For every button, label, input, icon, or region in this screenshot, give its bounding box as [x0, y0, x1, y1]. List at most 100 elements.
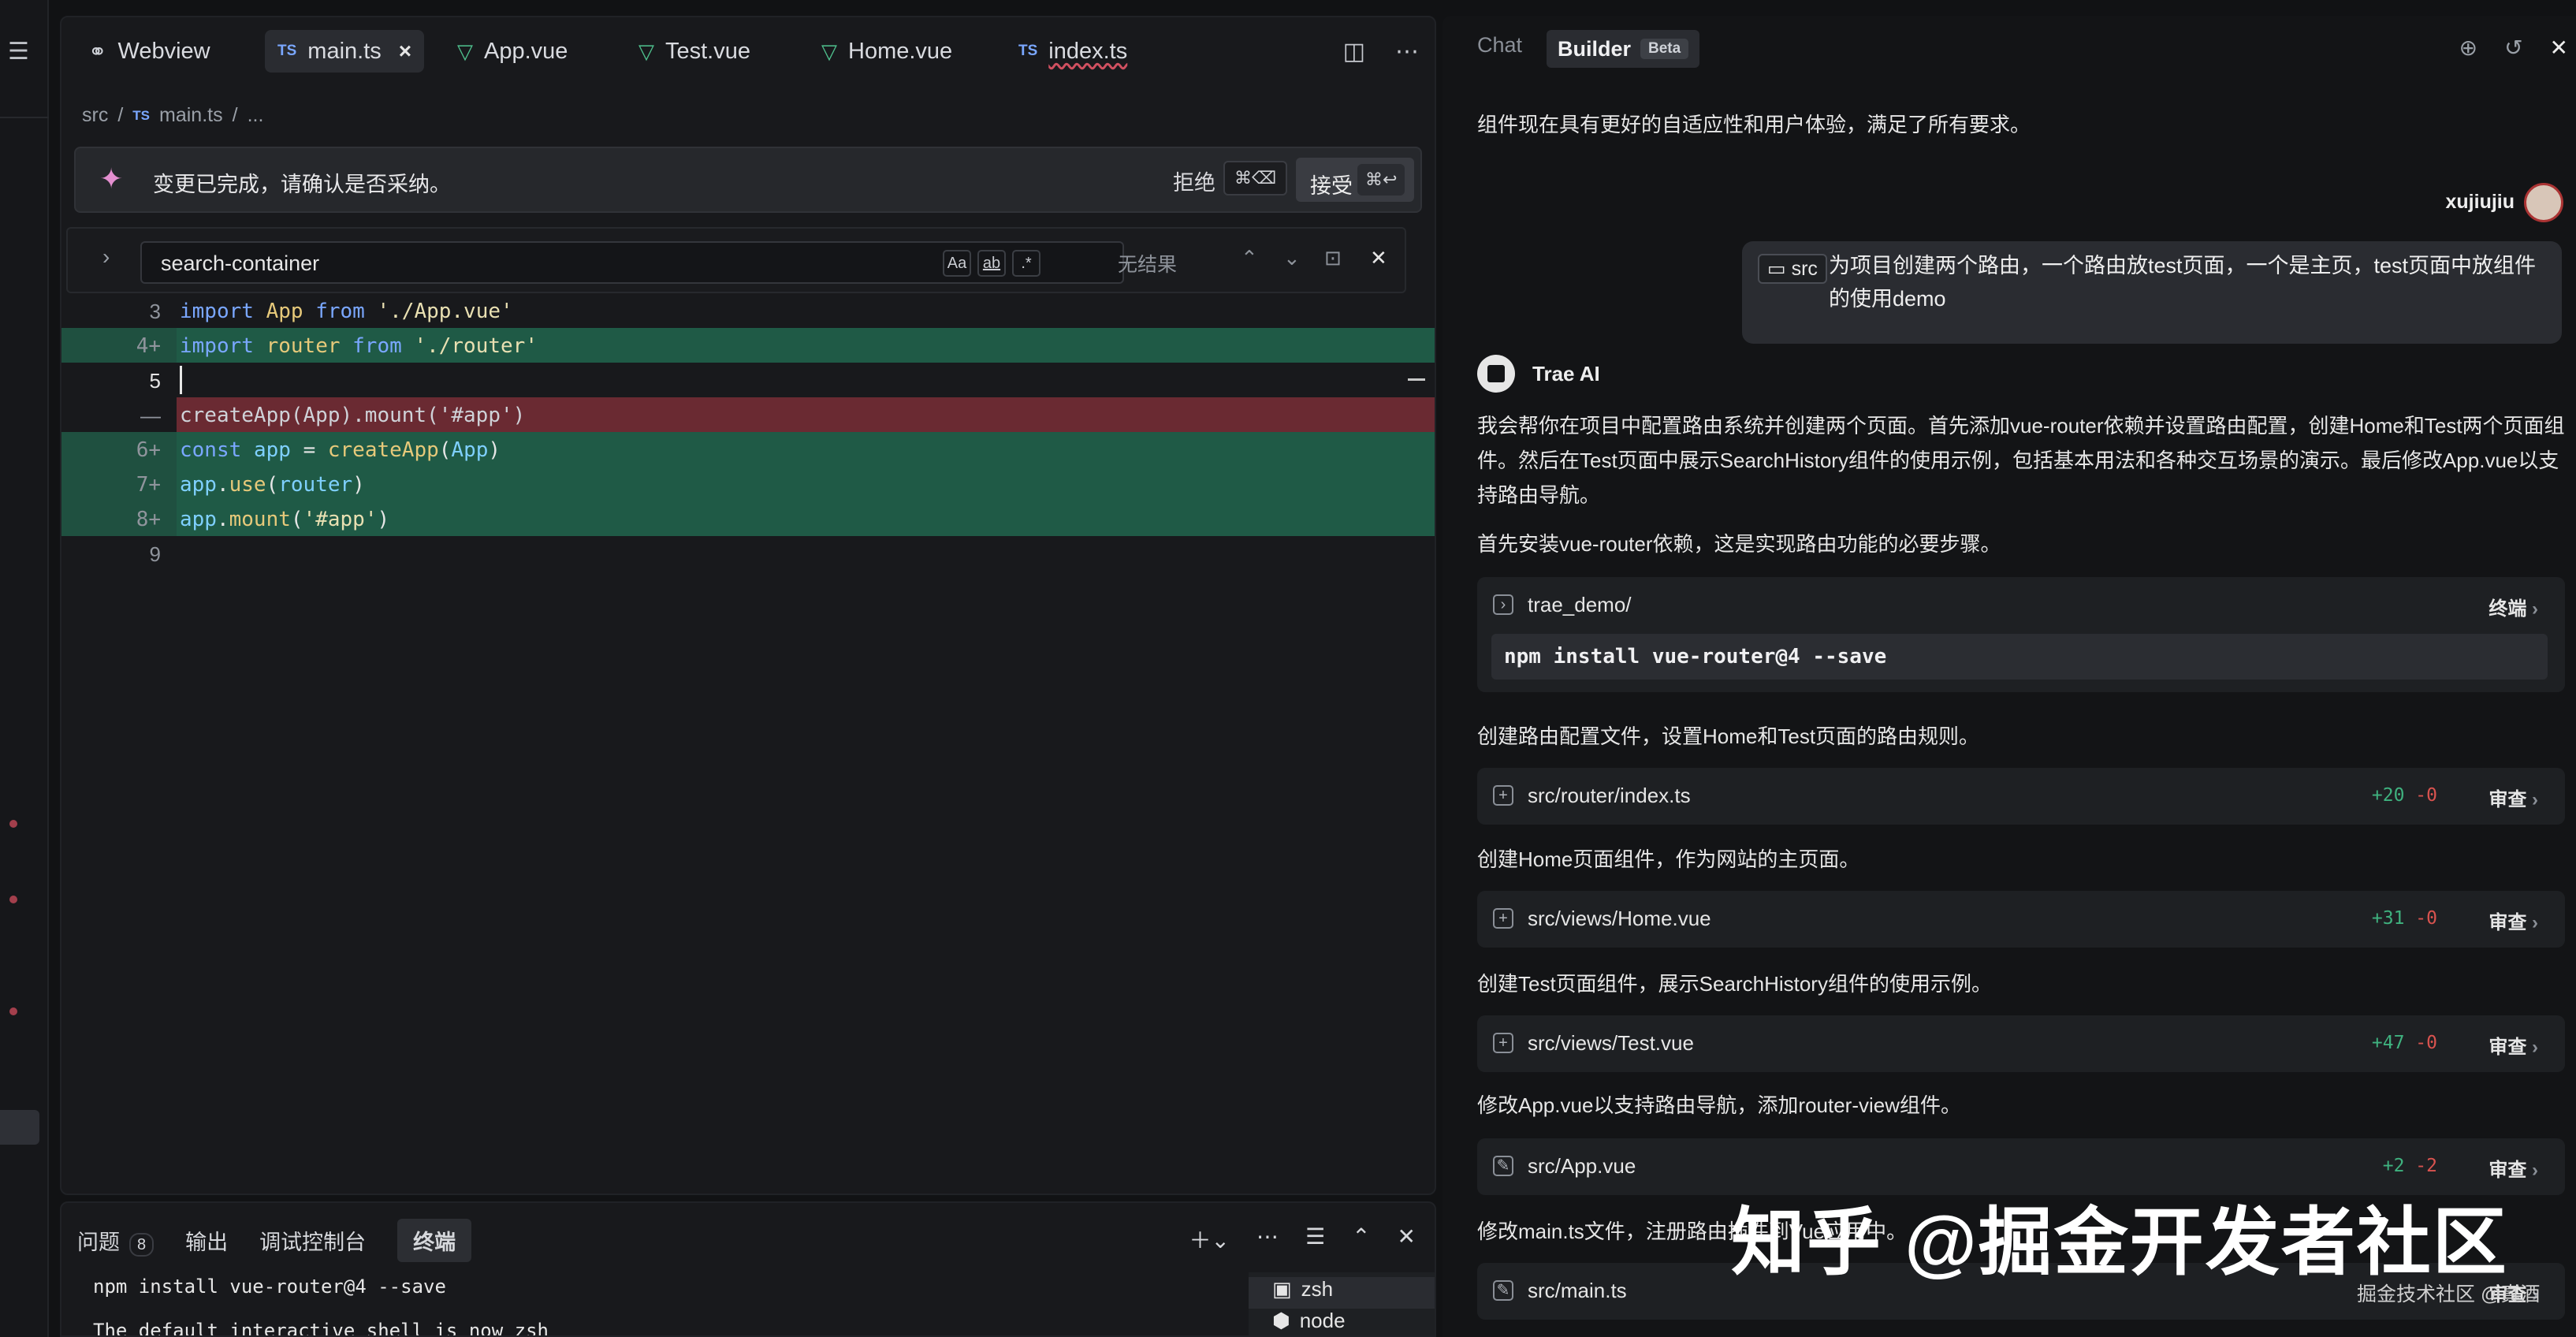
tab-chat[interactable]: Chat [1477, 33, 1522, 58]
terminal-command-card: › trae_demo/ 终端 npm install vue-router@4… [1477, 577, 2565, 692]
terminal-icon: ▣ [1272, 1277, 1292, 1301]
tab-problems[interactable]: 问题 8 [77, 1225, 154, 1257]
tab-label: Webview [117, 38, 210, 64]
overview-marker [1408, 378, 1425, 381]
file-name: src/router/index.ts [1528, 784, 1691, 807]
open-terminal-button[interactable]: 终端 [2489, 593, 2538, 620]
breakpoint-dot [9, 1007, 17, 1015]
code-line-current: 5 [61, 363, 1435, 397]
close-icon[interactable]: ✕ [1398, 1223, 1416, 1255]
assistant-step: 创建Test页面组件，展示SearchHistory组件的使用示例。 [1477, 972, 1992, 996]
vue-icon: ▽ [638, 39, 654, 63]
code-area[interactable]: 3 import App from './App.vue' 4+ import … [61, 293, 1435, 571]
file-name: src/main.ts [1528, 1279, 1627, 1302]
breadcrumb-more[interactable]: ... [248, 104, 264, 127]
filter-icon[interactable]: ☰ [8, 38, 29, 65]
tab-test-vue[interactable]: ▽ Test.vue [626, 30, 763, 73]
assistant-step: 首先安装vue-router依赖，这是实现路由功能的必要步骤。 [1477, 532, 2001, 556]
builder-chat-panel: Chat Builder Beta ⊕ ↺ ✕ 组件现在具有更好的自适应性和用户… [1442, 16, 2576, 1337]
diff-stats: +31 -0 [2371, 908, 2437, 929]
history-icon[interactable]: ↺ [2504, 35, 2522, 61]
file-change-card[interactable]: + src/views/Home.vue +31 -0 审查 [1477, 891, 2565, 948]
tab-index-ts[interactable]: TS index.ts [1006, 30, 1140, 73]
match-case-toggle[interactable]: Aa [943, 250, 971, 277]
code-text: app.mount('#app') [180, 508, 390, 531]
tab-label: main.ts [307, 38, 382, 64]
tab-builder[interactable]: Builder Beta [1547, 30, 1700, 68]
split-editor-icon[interactable]: ◫ [1343, 38, 1365, 65]
watermark-small: 掘金技术社区 @真酒 [2357, 1283, 2541, 1305]
code-text: const app = createApp(App) [180, 438, 501, 462]
tab-terminal[interactable]: 终端 [397, 1219, 472, 1262]
file-change-card[interactable]: + src/views/Test.vue +47 -0 审查 [1477, 1015, 2565, 1072]
terminal-line: npm install vue-router@4 --save [93, 1276, 446, 1298]
accept-button[interactable]: 接受 ⌘↩ [1296, 158, 1414, 202]
activity-selected-item[interactable] [0, 1110, 39, 1145]
editor-tab-bar: ⚭ Webview TS main.ts × ▽ App.vue ▽ Test.… [61, 17, 1435, 88]
next-match-icon[interactable]: ⌄ [1283, 246, 1301, 270]
close-icon[interactable]: ✕ [2550, 35, 2568, 61]
code-line-removed: — createApp(App).mount('#app') [61, 397, 1435, 432]
divider [0, 117, 49, 118]
command-text: npm install vue-router@4 --save [1504, 645, 1887, 668]
file-name: src/views/Test.vue [1528, 1031, 1694, 1055]
new-chat-icon[interactable]: ⊕ [2459, 35, 2477, 61]
tab-home-vue[interactable]: ▽ Home.vue [809, 30, 965, 73]
tab-debug-console[interactable]: 调试控制台 [259, 1225, 366, 1256]
ts-icon: TS [132, 107, 151, 123]
file-name: src/App.vue [1528, 1154, 1636, 1178]
context-chip[interactable]: ▭ src [1758, 254, 1827, 284]
settings-sliders-icon[interactable]: ☰ [1305, 1223, 1325, 1255]
close-icon[interactable]: ✕ [1370, 246, 1387, 270]
tab-app-vue[interactable]: ▽ App.vue [445, 30, 580, 73]
trae-logo-icon [1477, 355, 1515, 393]
reject-button[interactable]: 拒绝 [1173, 166, 1215, 196]
file-change-card[interactable]: + src/router/index.ts +20 -0 审查 [1477, 768, 2565, 825]
more-icon[interactable]: ⋯ [1395, 38, 1419, 65]
plus-icon: + [1493, 785, 1513, 806]
user-message-bubble: ▭ src 为项目创建两个路由，一个路由放test页面，一个是主页，test页面… [1742, 241, 2562, 344]
whole-word-toggle[interactable]: ab [977, 250, 1006, 277]
banner-message: 变更已完成，请确认是否采纳。 [153, 173, 451, 196]
terminal-path: trae_demo/ [1528, 593, 1632, 616]
code-line-added: 4+ import router from './router' [61, 328, 1435, 363]
text-cursor [180, 366, 182, 394]
maximize-panel-icon[interactable]: ⌃ [1352, 1223, 1370, 1255]
editor-panel: ⚭ Webview TS main.ts × ▽ App.vue ▽ Test.… [60, 16, 1436, 1195]
tab-label: App.vue [484, 38, 568, 64]
more-icon[interactable]: ⋯ [1256, 1223, 1279, 1255]
review-button[interactable]: 审查 [2489, 784, 2538, 811]
command-block: npm install vue-router@4 --save [1491, 634, 2548, 680]
assistant-step: 修改App.vue以支持路由导航，添加router-view组件。 [1477, 1093, 1961, 1117]
code-line: 9 [61, 536, 1435, 571]
find-input[interactable] [161, 249, 918, 277]
review-button[interactable]: 审查 [2489, 1154, 2538, 1182]
new-terminal-icon[interactable]: ＋⌄ [1189, 1223, 1229, 1255]
breakpoint-dot [9, 820, 17, 828]
review-button[interactable]: 审查 [2489, 1031, 2538, 1059]
watermark: 知乎 @掘金开发者社区 [1731, 1201, 2508, 1283]
code-text: createApp(App).mount('#app') [180, 404, 526, 427]
diff-stats: +47 -0 [2371, 1033, 2437, 1053]
terminal-session-zsh[interactable]: ▣ zsh [1249, 1277, 1435, 1309]
accept-label: 接受 [1310, 174, 1353, 198]
assistant-step: 创建路由配置文件，设置Home和Test页面的路由规则。 [1477, 724, 1980, 748]
ts-icon: TS [277, 43, 297, 59]
chat-header: Chat Builder Beta ⊕ ↺ ✕ [1442, 16, 2576, 79]
tab-webview[interactable]: ⚭ Webview [76, 30, 223, 73]
code-text: import router from './router' [180, 334, 538, 358]
close-icon[interactable]: × [399, 39, 411, 64]
vue-icon: ▽ [457, 39, 473, 63]
terminal-icon: › [1493, 594, 1513, 615]
regex-toggle[interactable]: .* [1012, 250, 1040, 277]
previous-match-icon[interactable]: ⌃ [1241, 246, 1258, 270]
tab-main-ts[interactable]: TS main.ts × [265, 30, 425, 73]
terminal-session-node[interactable]: ⬢ node [1272, 1309, 1346, 1333]
breadcrumb-file[interactable]: main.ts [159, 104, 223, 127]
breadcrumb-dir[interactable]: src [82, 104, 108, 127]
review-button[interactable]: 审查 [2489, 907, 2538, 934]
find-in-selection-icon[interactable]: ⊡ [1324, 246, 1342, 270]
beta-badge: Beta [1640, 39, 1689, 59]
tab-output[interactable]: 输出 [185, 1225, 228, 1256]
chevron-right-icon[interactable]: › [102, 244, 110, 270]
